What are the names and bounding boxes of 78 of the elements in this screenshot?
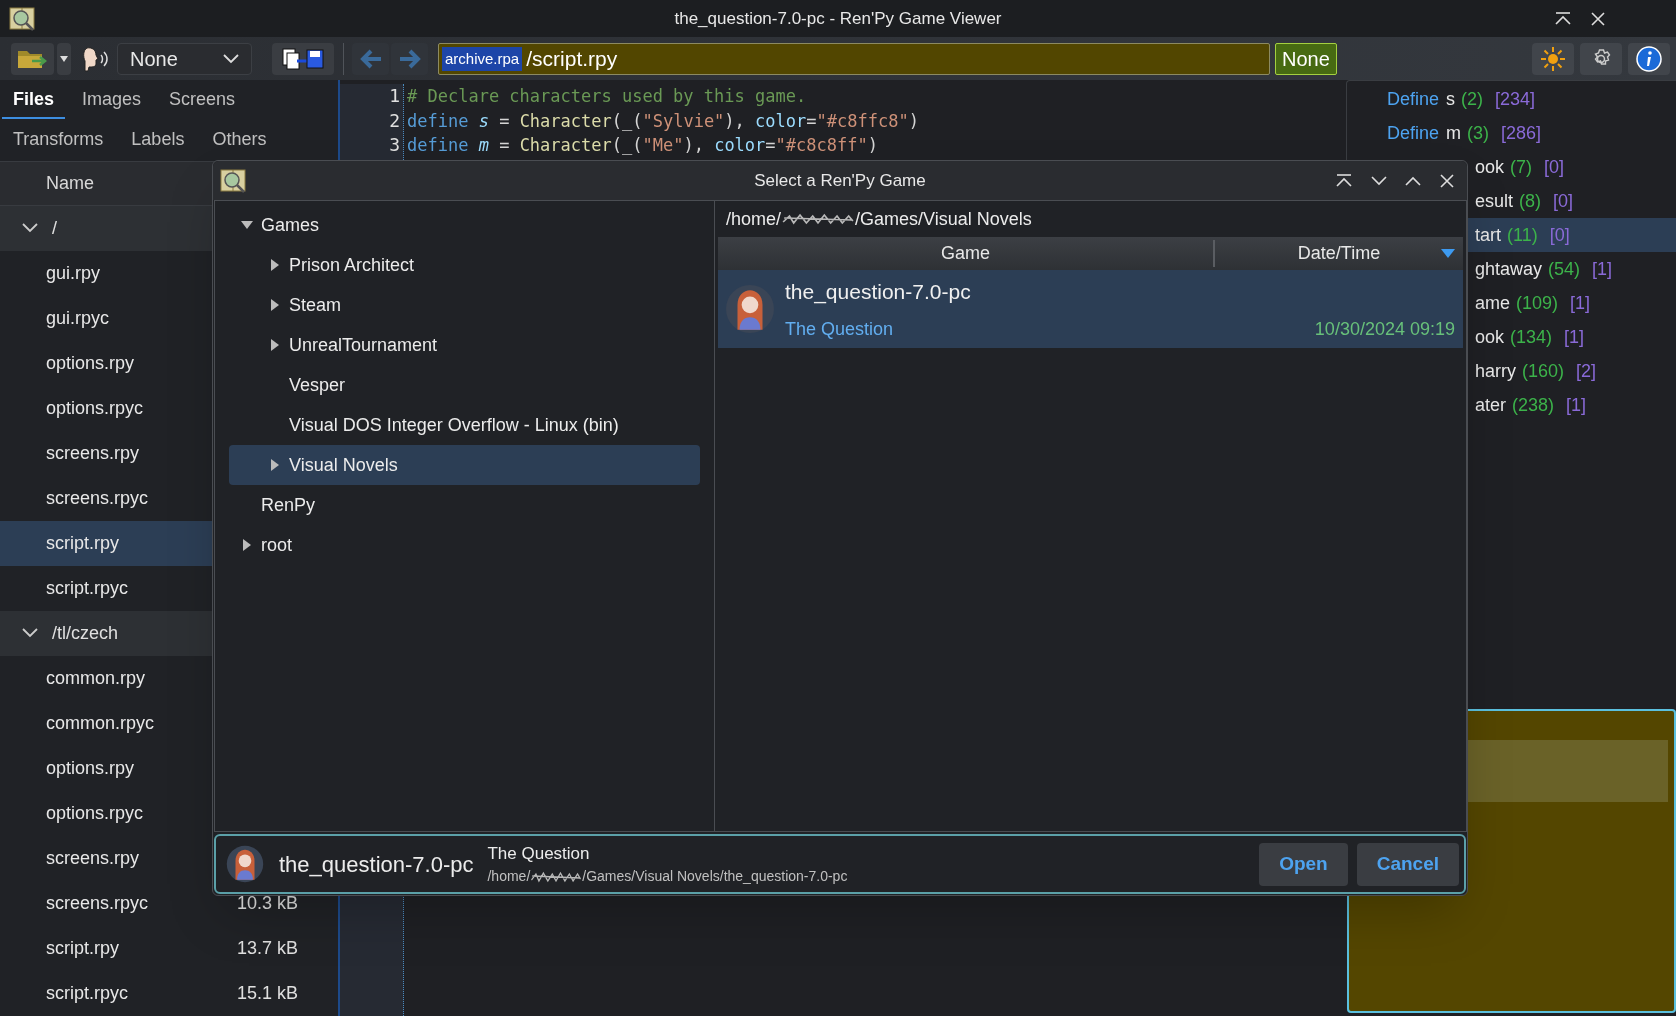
code-line: # Declare characters used by this game. bbox=[407, 85, 808, 108]
column-header[interactable]: Name bbox=[46, 169, 94, 197]
tree-item[interactable]: Prison Architect bbox=[229, 245, 700, 285]
tab[interactable]: Transforms bbox=[2, 121, 115, 159]
collapse-chevron-icon[interactable] bbox=[22, 223, 38, 234]
avatar-icon bbox=[226, 845, 264, 883]
minimize-icon[interactable] bbox=[1371, 175, 1387, 186]
none-button[interactable]: None bbox=[1275, 42, 1337, 75]
game-path: /Games/Visual Novels/the_question-7.0-pc bbox=[582, 867, 848, 887]
tab[interactable]: Labels bbox=[120, 121, 196, 159]
tree-item[interactable]: Visual Novels bbox=[229, 445, 700, 485]
path-text: /script.rpy bbox=[526, 45, 618, 72]
tree-item[interactable]: Vesper bbox=[229, 365, 700, 405]
game-row[interactable]: the_question-7.0-pc The Question 10/30/2024 09:19 bbox=[718, 270, 1463, 348]
game-path: /home/ bbox=[487, 867, 531, 887]
line-number: 1 bbox=[389, 84, 400, 108]
dropdown-button[interactable] bbox=[57, 42, 71, 75]
location-path: /home/ bbox=[726, 207, 782, 231]
folder-path: / bbox=[52, 217, 57, 240]
forward-arrow-icon bbox=[397, 48, 422, 69]
open-folder-button[interactable] bbox=[11, 42, 54, 75]
theme-button[interactable] bbox=[1532, 42, 1574, 75]
folder-path: /tl/czech bbox=[52, 622, 119, 645]
close-icon[interactable] bbox=[1590, 10, 1606, 27]
tab[interactable]: Images bbox=[71, 81, 153, 120]
tree-item[interactable]: Visual DOS Integer Overflow - Linux (bin) bbox=[229, 405, 700, 445]
collapsed-arrow-icon[interactable] bbox=[243, 539, 251, 551]
file-row[interactable]: script.rpyc 15.1 kB bbox=[0, 971, 338, 1016]
code-line: define m = Character(_("Me"), color="#c8c8ff") bbox=[407, 134, 879, 157]
tab[interactable]: Files bbox=[2, 81, 66, 120]
tree-item[interactable]: Steam bbox=[229, 285, 700, 325]
tree-item[interactable]: Games bbox=[229, 205, 700, 245]
caret-icon bbox=[60, 55, 68, 62]
collapsed-arrow-icon[interactable] bbox=[271, 259, 279, 271]
avatar-icon bbox=[725, 284, 775, 334]
sun-icon bbox=[1540, 45, 1566, 72]
collapsed-arrow-icon[interactable] bbox=[271, 339, 279, 351]
column-header[interactable]: Game bbox=[718, 240, 1215, 267]
app-icon bbox=[219, 166, 247, 195]
back-arrow-icon bbox=[358, 48, 383, 69]
expanded-arrow-icon[interactable] bbox=[241, 221, 253, 229]
close-icon[interactable] bbox=[1439, 172, 1455, 189]
collapse-chevron-icon[interactable] bbox=[22, 628, 38, 639]
redaction-scribble bbox=[530, 869, 583, 884]
archive-tag: archive.rpa bbox=[442, 46, 523, 71]
copy-save-button[interactable] bbox=[272, 42, 334, 75]
app-icon bbox=[8, 4, 36, 33]
outline-item[interactable]: Define m (3) [286] bbox=[1347, 116, 1676, 150]
dialog-button[interactable]: Open bbox=[1259, 842, 1348, 886]
keep-above-icon[interactable] bbox=[1554, 10, 1572, 27]
voice-dropdown[interactable]: None bbox=[117, 42, 252, 75]
settings-button[interactable] bbox=[1580, 42, 1622, 75]
outline-item[interactable]: Define s (2) [234] bbox=[1347, 82, 1676, 116]
info-button[interactable] bbox=[1628, 42, 1670, 75]
file-row[interactable]: script.rpy 13.7 kB bbox=[0, 926, 338, 971]
code-line: define s = Character(_("Sylvie"), color="#c8ffc8") bbox=[407, 109, 919, 133]
file-row[interactable]: screens.rpyc 10.3 kB bbox=[0, 881, 338, 926]
tab[interactable]: Screens bbox=[158, 81, 247, 120]
speaking-head-icon[interactable] bbox=[81, 44, 111, 73]
copy-save-icon bbox=[281, 46, 325, 71]
location-path: /Games/Visual Novels bbox=[855, 207, 1032, 231]
address-field[interactable]: archive.rpa /script.rpy bbox=[438, 42, 1270, 75]
maximize-icon[interactable] bbox=[1405, 175, 1421, 186]
collapsed-arrow-icon[interactable] bbox=[271, 459, 279, 471]
line-number: 3 bbox=[389, 133, 400, 157]
dialog-title: Select a Ren'Py Game bbox=[754, 169, 926, 192]
keep-above-icon[interactable] bbox=[1335, 172, 1353, 189]
game-title: The Question bbox=[487, 842, 591, 865]
info-icon bbox=[1636, 45, 1662, 72]
dialog-button[interactable]: Cancel bbox=[1356, 842, 1459, 886]
collapsed-arrow-icon[interactable] bbox=[271, 299, 279, 311]
chevron-icon bbox=[223, 53, 239, 64]
tree-item[interactable]: UnrealTournament bbox=[229, 325, 700, 365]
sort-arrow-icon[interactable] bbox=[1441, 249, 1455, 258]
line-number: 2 bbox=[389, 108, 400, 133]
window-title: the_question-7.0-pc - Ren'Py Game Viewer bbox=[674, 7, 1002, 30]
tab[interactable]: Others bbox=[201, 121, 278, 159]
game-name: the_question-7.0-pc bbox=[279, 850, 474, 879]
